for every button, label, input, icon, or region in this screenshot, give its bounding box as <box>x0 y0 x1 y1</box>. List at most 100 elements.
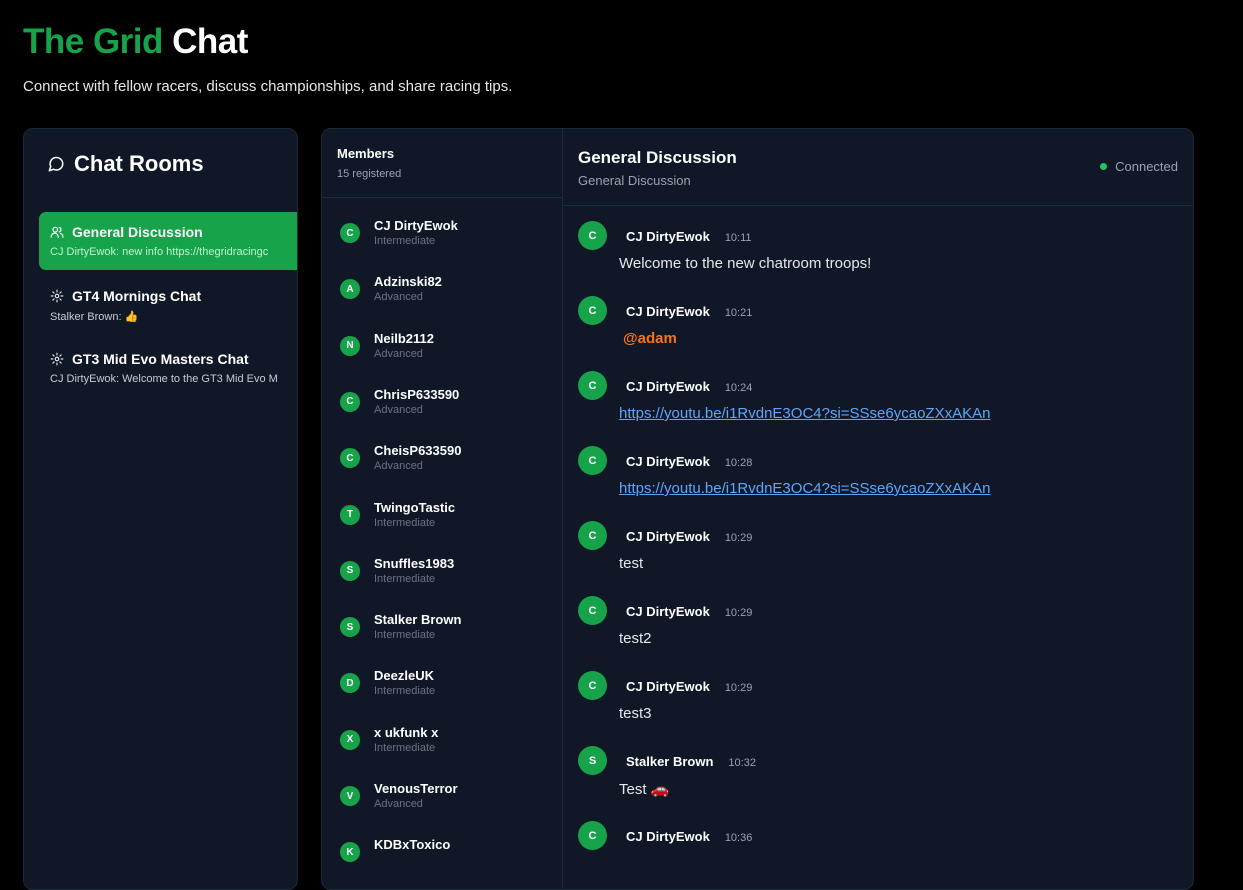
members-list[interactable]: Members 15 registered C CJ DirtyEwok Inter… <box>322 129 563 889</box>
avatar: C <box>578 296 607 325</box>
avatar: C <box>578 521 607 550</box>
message-text: test <box>619 555 644 572</box>
gear-icon <box>50 289 64 303</box>
avatar: N <box>340 335 360 356</box>
member-item[interactable]: S Snuffles1983 Intermediate <box>340 556 454 586</box>
member-item[interactable]: V VenousTerror Advanced <box>340 781 458 811</box>
room-gt4-mornings-chat[interactable]: GT4 Mornings Chat Stalker Brown: 👍 <box>39 276 297 334</box>
members-title: Members <box>337 146 395 161</box>
gear-icon <box>50 352 64 366</box>
member-name: VenousTerror <box>374 781 458 796</box>
avatar: S <box>340 617 360 638</box>
member-level: Intermediate <box>374 572 436 585</box>
message-author[interactable]: CJ DirtyEwok <box>626 304 710 319</box>
members-header: Members 15 registered <box>322 129 562 198</box>
room-gt3-mid-evo-masters-chat[interactable]: GT3 Mid Evo Masters Chat CJ DirtyEwok: W… <box>39 339 297 397</box>
chat-subtitle: General Discussion <box>578 173 691 188</box>
message-author[interactable]: Stalker Brown <box>626 754 713 769</box>
member-level: Intermediate <box>374 516 436 529</box>
member-item[interactable]: C CJ DirtyEwok Intermediate <box>340 218 458 248</box>
avatar: A <box>340 279 360 300</box>
member-level: Intermediate <box>374 235 436 247</box>
avatar: C <box>340 448 360 469</box>
member-name: x ukfunk x <box>374 724 439 740</box>
member-name: Adzinski82 <box>374 274 442 290</box>
member-name: CJ DirtyEwok <box>374 218 458 233</box>
member-level: Advanced <box>374 291 423 304</box>
member-item[interactable]: C CheisP633590 Advanced <box>340 443 461 473</box>
message-time: 10:32 <box>728 757 756 769</box>
message-time: 10:21 <box>724 307 753 319</box>
message-author[interactable]: CJ DirtyEwok <box>626 454 710 469</box>
member-item[interactable]: K KDBxToxico <box>340 837 451 863</box>
member-item[interactable]: C ChrisP633590 Advanced <box>340 387 459 417</box>
avatar: C <box>578 596 607 625</box>
users-icon <box>50 226 64 238</box>
member-item[interactable]: D DeezleUK Intermediate <box>340 668 435 698</box>
message-link[interactable]: https://youtu.be/i1RvdnE3OC4?si=SSse6yca… <box>619 480 990 497</box>
status-dot-icon <box>1100 163 1108 170</box>
page-title-rest: Chat <box>172 22 248 61</box>
member-name: ChrisP633590 <box>374 386 460 402</box>
avatar: C <box>578 221 607 250</box>
message-time: 10:29 <box>724 607 753 619</box>
chat-area: General Discussion General Discussion Co… <box>563 129 1193 889</box>
message-author[interactable]: CJ DirtyEwok <box>626 829 710 844</box>
chat-main-panel: Members 15 registered C CJ DirtyEwok Inter… <box>321 128 1194 890</box>
message-text: Welcome to the new chatroom troops! <box>619 255 872 272</box>
member-name: DeezleUK <box>374 668 434 684</box>
room-preview: CJ DirtyEwok: Welcome to the GT3 Mid Evo… <box>50 373 278 385</box>
page-title: The Grid Chat <box>23 22 248 62</box>
message-text: Test 🚗 <box>619 781 670 798</box>
avatar: D <box>340 673 360 694</box>
member-item[interactable]: N Neilb2112 Advanced <box>340 331 434 361</box>
member-level: Advanced <box>374 347 423 360</box>
member-item[interactable]: Xx ukfunk x Intermediate <box>340 725 438 755</box>
member-name: KDBxToxico <box>374 837 451 853</box>
avatar: S <box>578 746 607 775</box>
avatar: T <box>340 504 360 525</box>
member-item[interactable]: A Adzinski82 Advanced <box>340 274 442 304</box>
member-level: Intermediate <box>374 741 436 754</box>
message-text: test2 <box>619 630 652 647</box>
avatar: S <box>340 560 360 581</box>
avatar: V <box>340 786 360 806</box>
room-general-discussion[interactable]: General Discussion CJ DirtyEwok: new inf… <box>39 212 297 270</box>
member-level: Intermediate <box>374 629 436 642</box>
member-name: Snuffles1983 <box>374 555 455 571</box>
member-name: Neilb2112 <box>374 330 434 346</box>
member-name: TwingoTastic <box>374 499 456 515</box>
message-time: 10:24 <box>724 382 753 394</box>
chat-header: General Discussion General Discussion Co… <box>563 129 1193 206</box>
avatar: C <box>340 391 360 412</box>
message-mention[interactable]: @adam <box>623 330 677 347</box>
message-author[interactable]: CJ DirtyEwok <box>626 529 710 544</box>
room-name: GT4 Mornings Chat <box>72 288 202 304</box>
member-level: Advanced <box>374 798 423 810</box>
avatar: C <box>340 223 360 243</box>
member-item[interactable]: S Stalker Brown Intermediate <box>340 612 461 642</box>
message-author[interactable]: CJ DirtyEwok <box>626 679 710 694</box>
connection-status: Connected <box>1100 159 1178 174</box>
message-time: 10:28 <box>724 457 753 469</box>
member-name: CheisP633590 <box>374 443 462 459</box>
message-link[interactable]: https://youtu.be/i1RvdnE3OC4?si=SSse6yca… <box>619 405 990 422</box>
message-time: 10:29 <box>724 682 753 694</box>
page-title-accent: The Grid <box>23 22 163 61</box>
avatar: C <box>578 371 607 400</box>
message-text: test3 <box>619 705 652 722</box>
room-name: General Discussion <box>72 224 203 240</box>
room-preview: CJ DirtyEwok: new info https://thegridra… <box>50 246 269 258</box>
connection-status-label: Connected <box>1115 159 1178 174</box>
room-name: GT3 Mid Evo Masters Chat <box>72 351 249 367</box>
avatar: X <box>340 729 360 750</box>
member-name: Stalker Brown <box>374 612 462 628</box>
page-subtitle: Connect with fellow racers, discuss cham… <box>23 78 513 95</box>
message-author[interactable]: CJ DirtyEwok <box>626 229 710 244</box>
member-level: Advanced <box>374 403 423 416</box>
room-preview: Stalker Brown: 👍 <box>50 311 139 323</box>
member-level: Advanced <box>374 460 423 473</box>
message-author[interactable]: CJ DirtyEwok <box>626 604 710 619</box>
member-item[interactable]: T TwingoTastic Intermediate <box>340 500 455 530</box>
message-author[interactable]: CJ DirtyEwok <box>626 379 710 394</box>
